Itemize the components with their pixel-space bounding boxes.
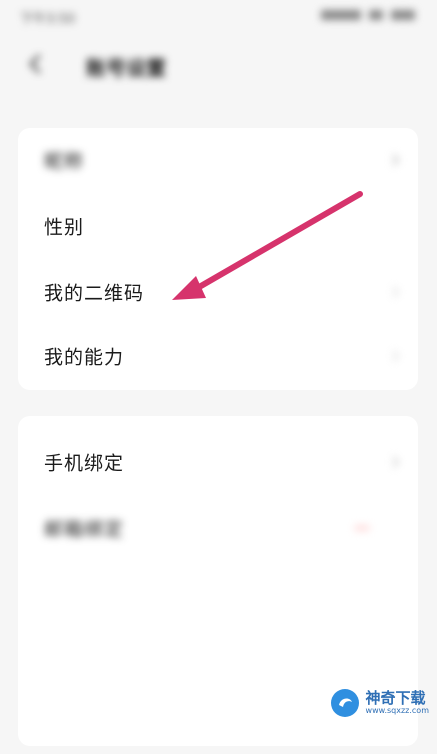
- settings-row-phone-binding[interactable]: 手机绑定: [18, 430, 418, 494]
- settings-row[interactable]: [18, 626, 418, 690]
- settings-row-abilities[interactable]: 我的能力: [18, 324, 418, 388]
- row-label: 手机绑定: [44, 452, 125, 475]
- back-arrow-icon[interactable]: [22, 50, 50, 78]
- settings-row-nickname[interactable]: 昵称: [18, 128, 418, 192]
- settings-row-qr-code[interactable]: 我的二维码: [18, 260, 418, 324]
- watermark-text: 神奇下载 www.sqxzz.com: [366, 690, 429, 716]
- status-time: 下午3:50: [20, 12, 76, 27]
- chevron-right-icon: [392, 154, 400, 166]
- watermark-url: www.sqxzz.com: [365, 706, 429, 715]
- page-title: 账号设置: [86, 56, 166, 80]
- row-label: 我的二维码: [44, 282, 145, 305]
- battery-icon: [391, 10, 415, 20]
- chevron-right-icon: [392, 456, 400, 468]
- chevron-right-icon: [392, 350, 400, 362]
- status-icons: [321, 10, 415, 20]
- signal-icon: [321, 10, 361, 20]
- watermark: 神奇下载 www.sqxzz.com: [330, 688, 429, 718]
- row-label: 昵称: [44, 150, 85, 173]
- row-label: 我的能力: [44, 346, 125, 369]
- nav-bar: 账号设置: [0, 40, 437, 90]
- chevron-right-icon: [392, 286, 400, 298]
- status-bar: 下午3:50: [0, 0, 437, 34]
- wifi-icon: [369, 10, 383, 20]
- settings-row-email-binding[interactable]: 邮箱绑定: [18, 496, 418, 560]
- watermark-name: 神奇下载: [365, 689, 426, 707]
- status-badge: [354, 525, 370, 531]
- profile-settings-card: 昵称 性别 我的二维码 我的能力: [18, 128, 418, 390]
- row-label: 邮箱绑定: [44, 518, 125, 541]
- row-label: 性别: [44, 216, 85, 239]
- settings-row[interactable]: [18, 562, 418, 626]
- settings-row-gender[interactable]: 性别: [18, 194, 418, 258]
- logo-icon: [330, 689, 359, 717]
